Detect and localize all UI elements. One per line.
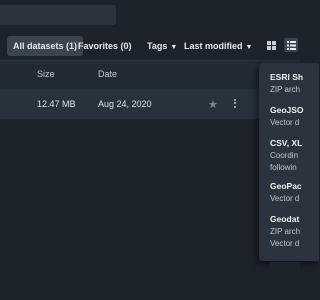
menu-option-description: Vector d [270,194,300,203]
background-strip [270,262,300,300]
menu-option-esri-shapefile[interactable]: ESRI Sh ZIP arch [270,72,319,94]
list-view-button[interactable] [284,38,298,52]
column-header-date[interactable]: Date [98,69,117,79]
menu-option-geojson[interactable]: GeoJSO Vector d [270,105,319,127]
menu-option-title: ESRI Sh [270,72,304,82]
sort-dropdown-label: Last modified [184,41,243,51]
tags-dropdown[interactable]: Tags ▼ [141,36,183,56]
search-input[interactable] [0,5,116,25]
menu-option-description: ZIP arch [270,85,301,94]
list-view-icon [286,40,296,50]
menu-option-title: GeoJSO [270,105,304,115]
filter-favorites-label: Favorites (0) [78,41,132,51]
caret-down-icon: ▼ [170,44,178,51]
grid-view-icon [266,40,276,50]
menu-option-description: Coordin [270,151,299,160]
star-icon[interactable]: ★ [208,98,218,111]
menu-option-title: CSV, XL [270,138,303,148]
row-size: 12.47 MB [37,99,76,109]
grid-view-button[interactable] [264,38,278,52]
caret-down-icon: ▼ [245,44,253,51]
menu-option-description: Vector d [270,118,300,127]
tags-dropdown-label: Tags [147,41,168,51]
menu-option-description: ZIP arch [270,227,301,236]
column-header-size[interactable]: Size [37,69,55,79]
filter-all-datasets-label: All datasets (1) [13,41,78,51]
menu-option-title: GeoPac [270,181,302,191]
sort-dropdown[interactable]: Last modified ▼ [178,36,258,56]
more-vertical-icon[interactable] [232,97,238,111]
menu-option-description-2: followin [270,163,297,172]
filter-favorites[interactable]: Favorites (0) [72,36,138,56]
menu-option-csv-xlsx[interactable]: CSV, XL Coordin followin [270,138,319,172]
menu-option-geodatabase[interactable]: Geodat ZIP arch Vector d [270,214,319,248]
row-date: Aug 24, 2020 [98,99,152,109]
menu-option-geopackage[interactable]: GeoPac Vector d [270,181,319,203]
export-format-menu: ESRI Sh ZIP arch GeoJSO Vector d CSV, XL… [259,63,319,261]
menu-option-title: Geodat [270,214,300,224]
menu-option-description-2: Vector d [270,239,300,248]
